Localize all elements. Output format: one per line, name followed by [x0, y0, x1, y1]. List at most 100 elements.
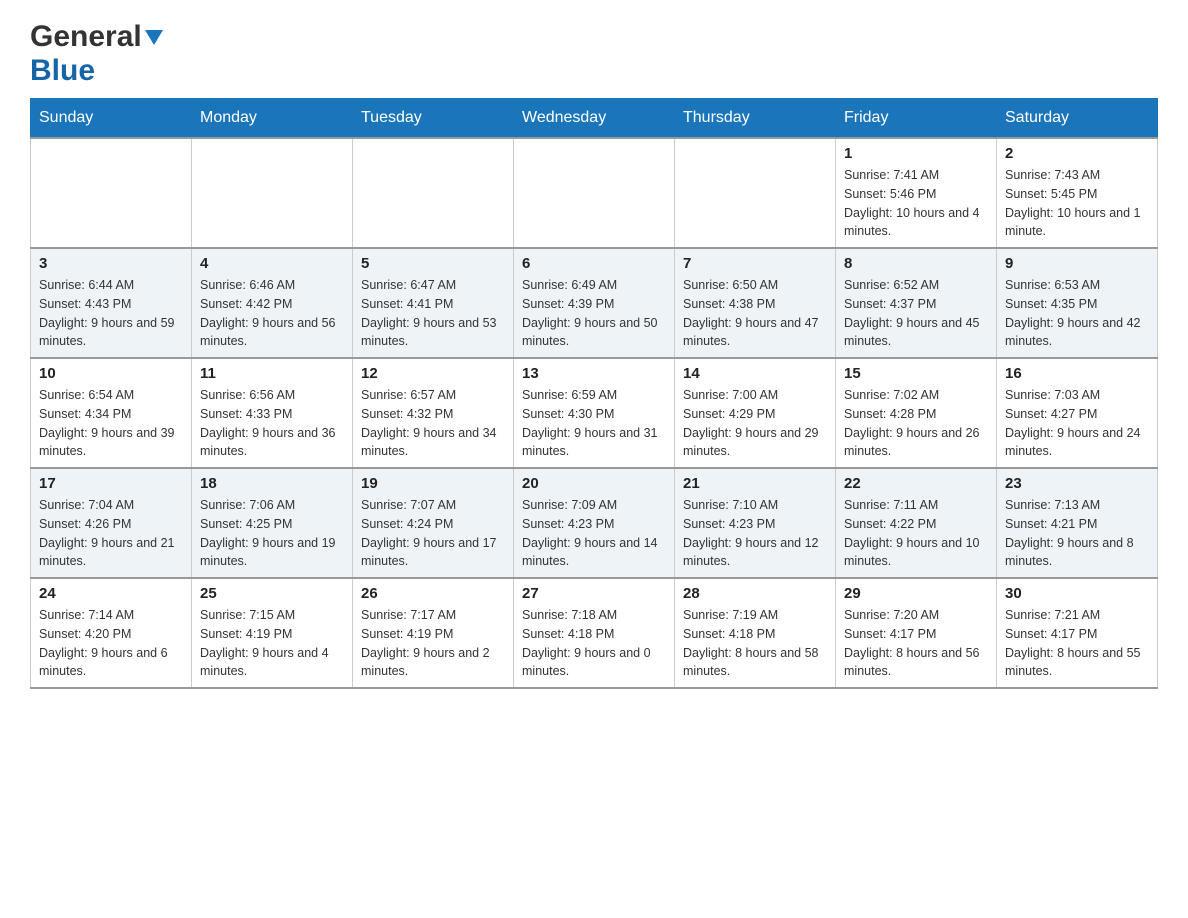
- day-number: 18: [200, 475, 344, 492]
- calendar-cell: 23 Sunrise: 7:13 AM Sunset: 4:21 PM Dayli…: [997, 468, 1158, 578]
- day-number: 1: [844, 145, 988, 162]
- day-number: 7: [683, 255, 827, 272]
- calendar-cell: 6Sunrise: 6:49 AM Sunset: 4:39 PM Daylig…: [514, 248, 675, 358]
- day-info: Sunrise: 7:04 AM Sunset: 4:26 PM Dayligh…: [39, 496, 183, 571]
- calendar-cell: 25 Sunrise: 7:15 AM Sunset: 4:19 PM Dayli…: [192, 578, 353, 688]
- day-info: Sunrise: 7:11 AM Sunset: 4:22 PM Dayligh…: [844, 496, 988, 571]
- col-header-sunday: Sunday: [31, 99, 192, 139]
- calendar-cell: 5 Sunrise: 6:47 AM Sunset: 4:41 PM Daylig…: [353, 248, 514, 358]
- day-info: Sunrise: 7:06 AM Sunset: 4:25 PM Dayligh…: [200, 496, 344, 571]
- calendar-cell: 15 Sunrise: 7:02 AM Sunset: 4:28 PM Dayli…: [836, 358, 997, 468]
- calendar-cell: 21 Sunrise: 7:10 AM Sunset: 4:23 PM Dayli…: [675, 468, 836, 578]
- day-number: 30: [1005, 585, 1149, 602]
- day-info: Sunrise: 7:20 AM Sunset: 4:17 PM Dayligh…: [844, 606, 988, 681]
- calendar-table: SundayMondayTuesdayWednesdayThursdayFrid…: [30, 98, 1158, 689]
- calendar-cell: 29 Sunrise: 7:20 AM Sunset: 4:17 PM Dayli…: [836, 578, 997, 688]
- col-header-thursday: Thursday: [675, 99, 836, 139]
- calendar-cell: 2 Sunrise: 7:43 AM Sunset: 5:45 PM Daylig…: [997, 138, 1158, 248]
- calendar-week-row: 1 Sunrise: 7:41 AM Sunset: 5:46 PM Daylig…: [31, 138, 1158, 248]
- day-info: Sunrise: 7:02 AM Sunset: 4:28 PM Dayligh…: [844, 386, 988, 461]
- calendar-header-row: SundayMondayTuesdayWednesdayThursdayFrid…: [31, 99, 1158, 139]
- col-header-monday: Monday: [192, 99, 353, 139]
- logo-general-text: General: [30, 20, 163, 54]
- calendar-cell: 10Sunrise: 6:54 AM Sunset: 4:34 PM Dayli…: [31, 358, 192, 468]
- day-number: 25: [200, 585, 344, 602]
- calendar-cell: 20Sunrise: 7:09 AM Sunset: 4:23 PM Dayli…: [514, 468, 675, 578]
- day-info: Sunrise: 7:14 AM Sunset: 4:20 PM Dayligh…: [39, 606, 183, 681]
- calendar-cell: [31, 138, 192, 248]
- day-number: 4: [200, 255, 344, 272]
- calendar-cell: 8 Sunrise: 6:52 AM Sunset: 4:37 PM Daylig…: [836, 248, 997, 358]
- day-number: 2: [1005, 145, 1149, 162]
- day-info: Sunrise: 6:47 AM Sunset: 4:41 PM Dayligh…: [361, 276, 505, 351]
- day-info: Sunrise: 6:54 AM Sunset: 4:34 PM Dayligh…: [39, 386, 183, 461]
- calendar-cell: 18 Sunrise: 7:06 AM Sunset: 4:25 PM Dayli…: [192, 468, 353, 578]
- calendar-cell: 22 Sunrise: 7:11 AM Sunset: 4:22 PM Dayli…: [836, 468, 997, 578]
- day-info: Sunrise: 6:49 AM Sunset: 4:39 PM Dayligh…: [522, 276, 666, 351]
- day-info: Sunrise: 7:15 AM Sunset: 4:19 PM Dayligh…: [200, 606, 344, 681]
- calendar-cell: 14 Sunrise: 7:00 AM Sunset: 4:29 PM Dayli…: [675, 358, 836, 468]
- day-number: 16: [1005, 365, 1149, 382]
- day-number: 9: [1005, 255, 1149, 272]
- calendar-cell: 27Sunrise: 7:18 AM Sunset: 4:18 PM Dayli…: [514, 578, 675, 688]
- calendar-cell: [192, 138, 353, 248]
- day-info: Sunrise: 7:18 AM Sunset: 4:18 PM Dayligh…: [522, 606, 666, 681]
- day-info: Sunrise: 7:13 AM Sunset: 4:21 PM Dayligh…: [1005, 496, 1149, 571]
- day-number: 8: [844, 255, 988, 272]
- day-info: Sunrise: 6:44 AM Sunset: 4:43 PM Dayligh…: [39, 276, 183, 351]
- day-info: Sunrise: 6:57 AM Sunset: 4:32 PM Dayligh…: [361, 386, 505, 461]
- day-number: 11: [200, 365, 344, 382]
- day-number: 28: [683, 585, 827, 602]
- day-info: Sunrise: 7:19 AM Sunset: 4:18 PM Dayligh…: [683, 606, 827, 681]
- day-info: Sunrise: 7:07 AM Sunset: 4:24 PM Dayligh…: [361, 496, 505, 571]
- day-number: 22: [844, 475, 988, 492]
- day-number: 29: [844, 585, 988, 602]
- calendar-cell: [675, 138, 836, 248]
- col-header-tuesday: Tuesday: [353, 99, 514, 139]
- calendar-cell: 19 Sunrise: 7:07 AM Sunset: 4:24 PM Dayli…: [353, 468, 514, 578]
- day-number: 15: [844, 365, 988, 382]
- day-number: 19: [361, 475, 505, 492]
- calendar-cell: 3 Sunrise: 6:44 AM Sunset: 4:43 PM Daylig…: [31, 248, 192, 358]
- day-info: Sunrise: 6:52 AM Sunset: 4:37 PM Dayligh…: [844, 276, 988, 351]
- calendar-cell: 28 Sunrise: 7:19 AM Sunset: 4:18 PM Dayli…: [675, 578, 836, 688]
- calendar-cell: 9Sunrise: 6:53 AM Sunset: 4:35 PM Daylig…: [997, 248, 1158, 358]
- day-number: 23: [1005, 475, 1149, 492]
- day-number: 24: [39, 585, 183, 602]
- day-number: 14: [683, 365, 827, 382]
- day-number: 17: [39, 475, 183, 492]
- day-number: 26: [361, 585, 505, 602]
- logo: General Blue: [30, 20, 163, 88]
- day-info: Sunrise: 7:41 AM Sunset: 5:46 PM Dayligh…: [844, 166, 988, 241]
- day-number: 21: [683, 475, 827, 492]
- calendar-cell: [353, 138, 514, 248]
- calendar-cell: 1 Sunrise: 7:41 AM Sunset: 5:46 PM Daylig…: [836, 138, 997, 248]
- day-number: 3: [39, 255, 183, 272]
- col-header-friday: Friday: [836, 99, 997, 139]
- calendar-cell: 4 Sunrise: 6:46 AM Sunset: 4:42 PM Daylig…: [192, 248, 353, 358]
- day-number: 5: [361, 255, 505, 272]
- day-info: Sunrise: 7:03 AM Sunset: 4:27 PM Dayligh…: [1005, 386, 1149, 461]
- day-info: Sunrise: 7:10 AM Sunset: 4:23 PM Dayligh…: [683, 496, 827, 571]
- calendar-cell: 26 Sunrise: 7:17 AM Sunset: 4:19 PM Dayli…: [353, 578, 514, 688]
- day-info: Sunrise: 6:46 AM Sunset: 4:42 PM Dayligh…: [200, 276, 344, 351]
- calendar-cell: 17 Sunrise: 7:04 AM Sunset: 4:26 PM Dayli…: [31, 468, 192, 578]
- day-info: Sunrise: 6:59 AM Sunset: 4:30 PM Dayligh…: [522, 386, 666, 461]
- calendar-week-row: 10Sunrise: 6:54 AM Sunset: 4:34 PM Dayli…: [31, 358, 1158, 468]
- day-info: Sunrise: 7:17 AM Sunset: 4:19 PM Dayligh…: [361, 606, 505, 681]
- calendar-week-row: 3 Sunrise: 6:44 AM Sunset: 4:43 PM Daylig…: [31, 248, 1158, 358]
- calendar-cell: 12Sunrise: 6:57 AM Sunset: 4:32 PM Dayli…: [353, 358, 514, 468]
- calendar-week-row: 17 Sunrise: 7:04 AM Sunset: 4:26 PM Dayli…: [31, 468, 1158, 578]
- day-info: Sunrise: 7:43 AM Sunset: 5:45 PM Dayligh…: [1005, 166, 1149, 241]
- calendar-cell: [514, 138, 675, 248]
- calendar-cell: 11 Sunrise: 6:56 AM Sunset: 4:33 PM Dayli…: [192, 358, 353, 468]
- calendar-cell: 24 Sunrise: 7:14 AM Sunset: 4:20 PM Dayli…: [31, 578, 192, 688]
- day-number: 13: [522, 365, 666, 382]
- calendar-cell: 13 Sunrise: 6:59 AM Sunset: 4:30 PM Dayli…: [514, 358, 675, 468]
- day-info: Sunrise: 7:21 AM Sunset: 4:17 PM Dayligh…: [1005, 606, 1149, 681]
- day-info: Sunrise: 6:56 AM Sunset: 4:33 PM Dayligh…: [200, 386, 344, 461]
- day-info: Sunrise: 7:00 AM Sunset: 4:29 PM Dayligh…: [683, 386, 827, 461]
- logo-blue-text: Blue: [30, 54, 95, 87]
- calendar-cell: 16 Sunrise: 7:03 AM Sunset: 4:27 PM Dayli…: [997, 358, 1158, 468]
- day-info: Sunrise: 7:09 AM Sunset: 4:23 PM Dayligh…: [522, 496, 666, 571]
